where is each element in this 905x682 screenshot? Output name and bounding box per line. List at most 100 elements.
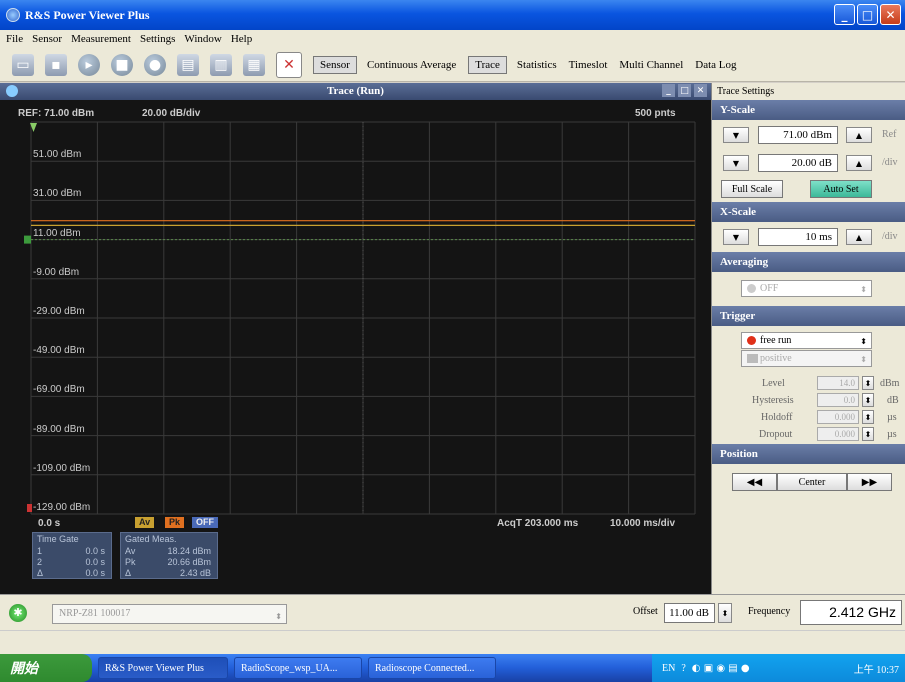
hysteresis-label: Hysteresis [752, 395, 794, 406]
full-scale-button[interactable]: Full Scale [721, 180, 783, 198]
menu-help[interactable]: Help [231, 33, 252, 45]
sensor-status-icon[interactable]: ✱ [9, 604, 27, 622]
multi-channel-button[interactable]: Multi Channel [619, 59, 683, 71]
close-button[interactable]: ✕ [880, 4, 901, 25]
data-log-button[interactable]: Data Log [695, 59, 736, 71]
level-field[interactable]: 14.0 [817, 376, 859, 390]
level-unit: dBm [880, 378, 900, 389]
dropout-field[interactable]: 0.000 [817, 427, 859, 441]
trace-close-button[interactable]: ✕ [694, 84, 707, 97]
meas-row-value: 2.43 dB [179, 567, 211, 578]
taskbar-item-power-viewer[interactable]: R&S Power Viewer Plus [98, 657, 228, 679]
pk-badge[interactable]: Pk [165, 517, 185, 528]
trigger-header[interactable]: Trigger [712, 306, 905, 326]
holdoff-label: Holdoff [761, 412, 793, 423]
taskbar-item-label: Radioscope Connected... [375, 662, 475, 674]
meas-row-value: 20.66 dBm [167, 556, 211, 567]
export-icon[interactable]: ▦ [243, 53, 265, 76]
trigger-mode-select[interactable]: free run ⬍ [741, 332, 872, 349]
position-header[interactable]: Position [712, 444, 905, 464]
div-increase-button[interactable]: ▲ [846, 155, 872, 171]
stop-icon[interactable]: ■ [111, 53, 133, 76]
dropout-spinner[interactable]: ⬍ [862, 427, 874, 441]
trace-maximize-button[interactable]: □ [678, 84, 691, 97]
acquisition-time-label: AcqT 203.000 ms [497, 518, 579, 529]
db-per-div-field[interactable]: 20.00 dB [758, 154, 838, 172]
hysteresis-spinner[interactable]: ⬍ [862, 393, 874, 407]
ref-increase-button[interactable]: ▲ [846, 127, 872, 143]
open-icon[interactable]: ▭ [12, 53, 34, 76]
offset-field[interactable]: 11.00 dB [664, 603, 715, 623]
record-icon[interactable]: ● [144, 53, 166, 76]
time-per-div-label: 10.000 ms/div [610, 518, 676, 529]
trace-plot[interactable]: REF: 71.00 dBm 20.00 dB/div 500 pnts 0.0… [0, 100, 711, 594]
trace-window-header: Trace (Run) _ □ ✕ [0, 83, 711, 100]
trigger-slope-select[interactable]: positive ⬍ [741, 350, 872, 367]
off-badge[interactable]: OFF [192, 517, 218, 528]
gate-row-value: 0.0 s [85, 545, 105, 556]
trace-window-title: Trace (Run) [327, 85, 384, 97]
holdoff-field[interactable]: 0.000 [817, 410, 859, 424]
div-decrease-button[interactable]: ▼ [723, 155, 749, 171]
maximize-button[interactable]: □ [857, 4, 878, 25]
taskbar-item-radioscope-folder[interactable]: RadioScope_wsp_UA... [234, 657, 362, 679]
save-icon[interactable]: ▪ [45, 53, 67, 76]
y-axis-label: -9.00 dBm [33, 266, 80, 278]
trace-minimize-button[interactable]: _ [662, 84, 675, 97]
y-axis-label: 51.00 dBm [33, 149, 82, 161]
menu-measurement[interactable]: Measurement [71, 33, 131, 45]
level-spinner[interactable]: ⬍ [862, 376, 874, 390]
taskbar-item-radioscope-connected[interactable]: Radioscope Connected... [368, 657, 496, 679]
position-center-button[interactable]: Center [777, 473, 847, 491]
menu-window[interactable]: Window [184, 33, 221, 45]
menu-settings[interactable]: Settings [140, 33, 175, 45]
language-indicator[interactable]: EN [662, 663, 675, 674]
time-per-div-field[interactable]: 10 ms [758, 228, 838, 246]
y-axis-label: -109.00 dBm [33, 462, 91, 474]
clipboard-icon[interactable]: ▥ [210, 53, 232, 76]
time-gate-panel: Time Gate 1 0.0 s 2 0.0 s Δ 0.0 s [32, 532, 112, 579]
time-gate-title: Time Gate [37, 534, 79, 544]
holdoff-spinner[interactable]: ⬍ [862, 410, 874, 424]
ref-unit-label: Ref [882, 129, 897, 140]
tray-icons[interactable]: ◐ ▣ ◉ ▤ ● [692, 663, 750, 674]
trace-button[interactable]: Trace [468, 55, 507, 74]
y-scale-header[interactable]: Y-Scale [712, 100, 905, 120]
timeslot-button[interactable]: Timeslot [569, 59, 608, 71]
slope-icon [747, 354, 758, 363]
auto-set-button[interactable]: Auto Set [810, 180, 872, 198]
continuous-average-button[interactable]: Continuous Average [367, 59, 456, 71]
minimize-button[interactable]: _ [834, 4, 855, 25]
title-bar: R&S Power Viewer Plus _ □ ✕ [0, 0, 905, 30]
position-right-button[interactable]: ▶▶ [847, 473, 892, 491]
av-badge[interactable]: Av [135, 517, 155, 528]
start-label: 開始 [10, 662, 38, 677]
taskbar-item-label: R&S Power Viewer Plus [105, 662, 204, 674]
statistics-button[interactable]: Statistics [517, 59, 557, 71]
hysteresis-field[interactable]: 0.0 [817, 393, 859, 407]
ref-level-field[interactable]: 71.00 dBm [758, 126, 838, 144]
bottom-marker-icon [27, 504, 32, 512]
frequency-field[interactable]: 2.412 GHz [800, 600, 902, 625]
sensor-button[interactable]: Sensor [313, 55, 357, 74]
print-icon[interactable]: ▤ [177, 53, 199, 76]
x-decrease-button[interactable]: ▼ [723, 229, 749, 245]
averaging-header[interactable]: Averaging [712, 252, 905, 272]
menu-file[interactable]: File [6, 33, 23, 45]
menu-sensor[interactable]: Sensor [32, 33, 62, 45]
position-left-button[interactable]: ◀◀ [732, 473, 777, 491]
tools-icon[interactable]: ✕ [276, 51, 302, 78]
sensor-select[interactable]: NRP-Z81 100017 ⬍ [52, 604, 287, 624]
trace-settings-title: Trace Settings [717, 86, 775, 97]
averaging-select[interactable]: OFF ⬍ [741, 280, 872, 297]
system-tray: EN ? ◐ ▣ ◉ ▤ ● 上午 10:37 [652, 654, 905, 682]
ref-decrease-button[interactable]: ▼ [723, 127, 749, 143]
start-button[interactable]: 開始 [0, 654, 92, 682]
x-increase-button[interactable]: ▲ [846, 229, 872, 245]
offset-spinner[interactable]: ⬍ [718, 603, 732, 623]
level-label: Level [762, 378, 785, 389]
help-icon[interactable]: ? [681, 663, 685, 674]
x-scale-header[interactable]: X-Scale [712, 202, 905, 222]
play-icon[interactable]: ▸ [78, 53, 100, 76]
meas-row-label: Pk [125, 556, 136, 567]
